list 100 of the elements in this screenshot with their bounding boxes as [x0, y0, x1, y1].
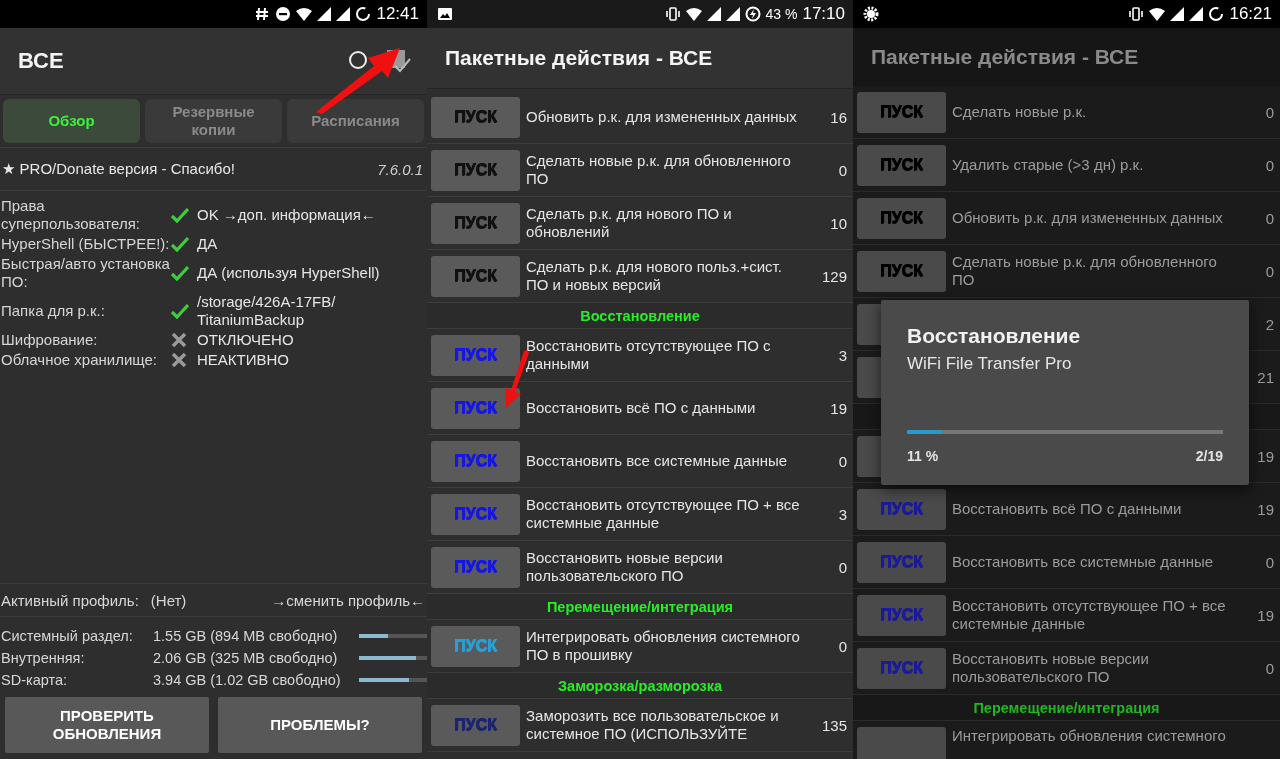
item-count: 0	[837, 637, 847, 655]
dialog-title: Восстановление	[907, 324, 1082, 348]
signal-icon	[1170, 6, 1185, 22]
signal-icon	[1189, 6, 1204, 22]
action-button[interactable]: ПРОБЛЕМЫ?	[218, 697, 422, 753]
battery-charging-icon	[744, 6, 761, 22]
change-profile-link[interactable]: →сменить профиль←	[271, 591, 425, 609]
vibrate-icon	[664, 6, 681, 22]
hash-icon	[254, 6, 271, 22]
action-button[interactable]: ПРОВЕРИТЬ ОБНОВЛЕНИЯ	[5, 697, 209, 753]
action-label: Сделать новые р.к.	[952, 103, 1088, 121]
pro-banner-text: ★ PRO/Donate версия - Спасибо!	[2, 160, 235, 178]
start-button[interactable]: ПУСК	[431, 546, 520, 588]
clock-time: 12:41	[376, 4, 419, 24]
item-count: 19	[1256, 447, 1274, 465]
clock-time: 16:21	[1229, 4, 1272, 24]
start-button[interactable]	[857, 727, 946, 759]
action-label: Сделать р.к. для нового ПО и обновлений	[526, 205, 733, 241]
tab[interactable]: Резервные копии	[145, 99, 282, 143]
start-button[interactable]: ПУСК	[857, 594, 946, 636]
item-count: 0	[1264, 209, 1274, 227]
start-button[interactable]: ПУСК	[431, 704, 520, 746]
screen-title: Пакетные действия - ВСЕ	[445, 46, 714, 70]
start-button[interactable]: ПУСК	[857, 488, 946, 530]
item-count: 2	[1264, 315, 1274, 333]
storage-value: 3.94 GB (1.02 GB свободно)	[153, 672, 342, 688]
start-button[interactable]: ПУСК	[431, 625, 520, 667]
status-label: Права суперпользователя:	[1, 197, 141, 233]
storage-value: 2.06 GB (325 MB свободно)	[153, 650, 339, 666]
wifi-icon	[1149, 6, 1166, 22]
battery-ring-icon	[355, 6, 372, 22]
item-count: 0	[1264, 262, 1274, 280]
status-label: Папка для р.к.:	[1, 302, 106, 320]
start-button[interactable]: ПУСК	[431, 387, 520, 429]
start-button[interactable]: ПУСК	[431, 202, 520, 244]
action-label: Сделать р.к. для нового польз.+сист. ПО и новых версий	[526, 258, 783, 294]
status-label: Быстрая/авто установка ПО:	[1, 255, 171, 291]
section-title: Восстановление	[580, 307, 700, 324]
tab[interactable]: Обзор	[3, 99, 140, 143]
section-title: Заморозка/разморозка	[558, 677, 722, 694]
status-value: OK →доп. информация←	[196, 206, 377, 224]
item-count: 0	[837, 161, 847, 179]
start-button[interactable]: ПУСК	[857, 91, 946, 133]
start-button[interactable]: ПУСК	[857, 647, 946, 689]
action-label: Интегрировать обновления системного ПО в прошивку	[526, 628, 801, 664]
signal-icon	[706, 6, 721, 22]
signal-icon	[336, 6, 351, 22]
start-button[interactable]: ПУСК	[857, 144, 946, 186]
item-count: 129	[820, 267, 847, 285]
action-label: Восстановить все системные данные	[526, 452, 789, 470]
storage-label: Системный раздел:	[1, 628, 134, 644]
profile-value: (Нет)	[150, 591, 187, 609]
item-count: 19	[1256, 500, 1274, 518]
storage-label: SD-карта:	[1, 672, 68, 688]
action-label: Восстановить отсутствующее ПО с данными	[526, 337, 772, 373]
item-count: 3	[837, 346, 847, 364]
item-count: 19	[1256, 606, 1274, 624]
status-label: Шифрование:	[1, 331, 99, 349]
item-count: 10	[829, 214, 847, 232]
start-button[interactable]: ПУСК	[431, 493, 520, 535]
start-button[interactable]: ПУСК	[431, 334, 520, 376]
image-icon	[437, 6, 453, 22]
status-value: /storage/426A-17FB/ TitaniumBackup	[196, 293, 337, 329]
start-button[interactable]: ПУСК	[857, 541, 946, 583]
clock-time: 17:10	[802, 4, 845, 24]
start-button[interactable]: ПУСК	[857, 250, 946, 292]
action-label: Восстановить отсутствующее ПО + все системные данные	[952, 597, 1227, 633]
version-number: 7.6.0.1	[377, 160, 423, 178]
item-count: 0	[1264, 103, 1274, 121]
action-label: Восстановить новые версии пользовательского ПО	[526, 549, 724, 585]
storage-value: 1.55 GB (894 MB свободно)	[153, 628, 339, 644]
item-count: 21	[1256, 368, 1274, 386]
signal-icon	[725, 6, 740, 22]
status-label: Облачное хранилище:	[1, 351, 158, 369]
status-value: НЕАКТИВНО	[196, 351, 291, 369]
action-label: Заморозить все пользовательское и системное ПО (ИСПОЛЬЗУЙТЕ	[526, 707, 780, 743]
start-button[interactable]: ПУСК	[431, 255, 520, 297]
action-label: Сделать новые р.к. для обновленного ПО	[952, 253, 1218, 289]
start-button[interactable]: ПУСК	[857, 197, 946, 239]
wifi-icon	[296, 6, 313, 22]
profile-label: Активный профиль:	[1, 591, 139, 609]
status-value: ДА	[196, 235, 219, 253]
signal-icon	[317, 6, 332, 22]
action-label: Обновить р.к. для измененных данных	[952, 209, 1224, 227]
action-label: Восстановить все системные данные	[952, 553, 1215, 571]
screen-title: Пакетные действия - ВСЕ	[871, 45, 1139, 69]
start-button[interactable]: ПУСК	[431, 149, 520, 191]
item-count: 0	[837, 452, 847, 470]
status-label: HyperShell (БЫСТРЕЕ!):	[1, 235, 171, 253]
item-count: 0	[1264, 659, 1274, 677]
start-button[interactable]: ПУСК	[431, 440, 520, 482]
action-label: Восстановить всё ПО с данными	[526, 399, 757, 417]
screen-title: ВСЕ	[18, 48, 65, 74]
battery-percent: 43 %	[765, 6, 798, 22]
vibrate-icon	[1128, 6, 1145, 22]
tab[interactable]: Расписания	[287, 99, 424, 143]
storage-label: Внутренняя:	[1, 650, 86, 666]
start-button[interactable]: ПУСК	[431, 96, 520, 138]
dialog-subtitle: WiFi File Transfer Pro	[907, 354, 1073, 374]
search-icon[interactable]	[347, 50, 369, 72]
